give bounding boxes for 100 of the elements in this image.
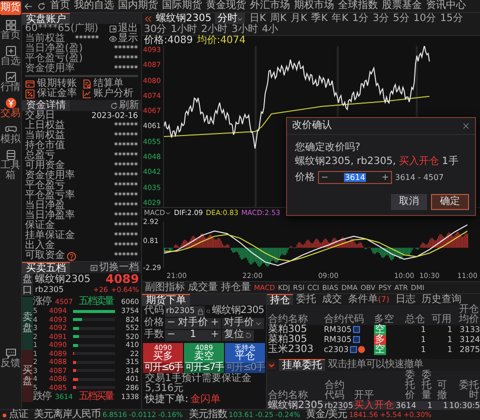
dialog-title: 改价确认 [292, 121, 332, 131]
table-tab[interactable]: 条件单(7) [345, 294, 392, 305]
confirm-button[interactable]: 确定 [431, 194, 469, 210]
nav-tab[interactable]: 我的自选 [74, 1, 114, 11]
field-value: ****** [114, 191, 138, 201]
feedback-button[interactable]: 反馈 [0, 347, 20, 369]
refresh-button[interactable]: 刷新 [110, 100, 139, 110]
stepper-field[interactable]: − 对手价 + [165, 318, 221, 328]
tool-button[interactable]: 银期转账 [25, 79, 82, 89]
chat-icon [4, 347, 16, 359]
ticker-name: 美元离岸人民币 [34, 410, 100, 420]
nav-tab[interactable]: 黄金现货 [206, 1, 246, 11]
nav-item[interactable]: 行情 [0, 71, 20, 93]
period-tab[interactable]: 月K [290, 13, 308, 24]
tool-button[interactable]: 结算单 [82, 79, 138, 89]
period-tab[interactable]: 季K [311, 13, 328, 24]
price-stepper[interactable]: − 3614 + [318, 171, 392, 184]
ticker-label[interactable]: 点证 [9, 410, 28, 420]
nav-item[interactable]: 交易 [0, 97, 20, 119]
stepper-field[interactable]: − 1 + [165, 330, 221, 340]
back-icon[interactable] [24, 2, 33, 10]
cancel-button[interactable]: 取消 [391, 194, 427, 210]
level-label: 涨停 [33, 298, 52, 306]
period-tab[interactable]: 周K [270, 13, 287, 24]
price-type-dropdown[interactable]: 对手价 [222, 318, 264, 328]
margin-note: 交易1手预计需要保证金5,316元 [145, 373, 252, 394]
equity-label: 当前权益 [25, 34, 65, 44]
collapse-icon[interactable] [267, 360, 276, 370]
field-label: 价格 [144, 318, 164, 328]
order-tab[interactable]: 期货下单 [142, 294, 190, 306]
period-tab[interactable]: 4小 [262, 24, 278, 35]
nav-tab[interactable]: 国内期货 [118, 1, 158, 11]
period-tab[interactable]: 日K [249, 13, 266, 24]
field-value: ****** [114, 221, 138, 231]
orderbook-tab[interactable]: 买卖五档 [22, 262, 70, 274]
account-tab[interactable]: 实盘账户 [22, 12, 70, 24]
account-id: 60****65(广期) [25, 24, 98, 34]
field-value: ****** [114, 141, 138, 151]
field-label: 持仓市值 [25, 141, 65, 151]
period-tab[interactable]: 3分 [372, 13, 390, 24]
period-tab[interactable]: 3小时 [231, 24, 258, 35]
column-header: 合约代码 [323, 371, 354, 401]
field-label: 可取资金 [25, 251, 65, 261]
code-field[interactable]: rb2305 [165, 306, 205, 316]
last-price: 4089 [106, 274, 139, 285]
tool-button[interactable]: 账户分析 [82, 89, 138, 99]
reset-button[interactable]: 复位 [222, 330, 254, 340]
period-tab[interactable]: 2小时 [201, 24, 228, 35]
table-cell-text: 1 [420, 345, 426, 355]
period-tab[interactable]: 分时 [215, 13, 246, 24]
table-cell-text: 1 [446, 335, 452, 345]
table-tab[interactable]: 日志 [392, 294, 418, 305]
reset-icon [245, 332, 252, 338]
nav-item[interactable]: 首页 [0, 19, 20, 41]
nav-tab[interactable]: 首页 [50, 1, 70, 11]
table-tab[interactable]: 持仓 [267, 294, 293, 306]
period-tab[interactable]: 5分 [393, 13, 410, 24]
logout-button[interactable]: 退出 [109, 24, 138, 34]
level-label: 跌停 [33, 393, 52, 401]
nav-item[interactable]: 自选 [0, 45, 20, 67]
show-toggle[interactable]: 显示 [109, 34, 138, 44]
nav-item[interactable]: 模拟 [0, 123, 20, 145]
field-label: 平仓盈亏率 [25, 191, 75, 201]
nav-item[interactable]: 工具箱 [0, 149, 20, 181]
close-icon[interactable] [462, 122, 470, 130]
percent-icon [25, 89, 35, 99]
help-icon[interactable]: ? [67, 252, 76, 260]
indicator-tab[interactable]: 成交量 [188, 282, 218, 292]
period-tab[interactable]: 15分 [440, 13, 463, 24]
indicator-tab[interactable]: 副图指标 [145, 282, 185, 292]
funds-tab[interactable]: 资金详情 [22, 100, 70, 111]
quick-order-link[interactable]: 金闪单 [190, 395, 220, 405]
period-tab[interactable]: 10分 [413, 13, 436, 24]
period-tab[interactable]: 1分 [352, 13, 369, 24]
indicator-tab[interactable]: 持仓量 [221, 282, 251, 292]
nav-tab[interactable]: 股票基金 [382, 1, 422, 11]
tool-button[interactable]: 保证金率 [25, 89, 82, 99]
nav-tab[interactable]: 全球指数 [338, 1, 378, 11]
period-tab[interactable]: 年K [332, 13, 348, 24]
field-label: 资金使用率 [25, 171, 75, 181]
refresh-icon[interactable] [37, 2, 46, 10]
field-label: 交易日 [25, 111, 55, 121]
table-tab[interactable]: 挂单委托 [279, 359, 325, 371]
search-icon[interactable] [206, 308, 212, 314]
table-tab[interactable]: 成交 [319, 294, 345, 305]
period-tab[interactable]: 30分 [144, 24, 167, 35]
stat-label: 当日净盈(盈) [25, 44, 83, 54]
switch-button[interactable]: 切换一档 [90, 262, 139, 272]
quick-order-label: 快捷下单: [145, 395, 188, 405]
field-value: ****** [114, 241, 138, 251]
table-tab[interactable]: 历史查询 [418, 294, 464, 305]
nav-tab[interactable]: 国际期货 [162, 1, 202, 11]
field-label: 手数 [144, 330, 164, 340]
table-tab[interactable]: 委托 [293, 294, 319, 305]
period-tab[interactable]: 1小时 [170, 24, 198, 35]
price-label: 价格 [295, 172, 315, 182]
lock-icon [197, 308, 204, 314]
eye-icon [109, 35, 117, 43]
double-left-icon[interactable] [144, 14, 152, 22]
equity-value: ****** [75, 34, 99, 43]
